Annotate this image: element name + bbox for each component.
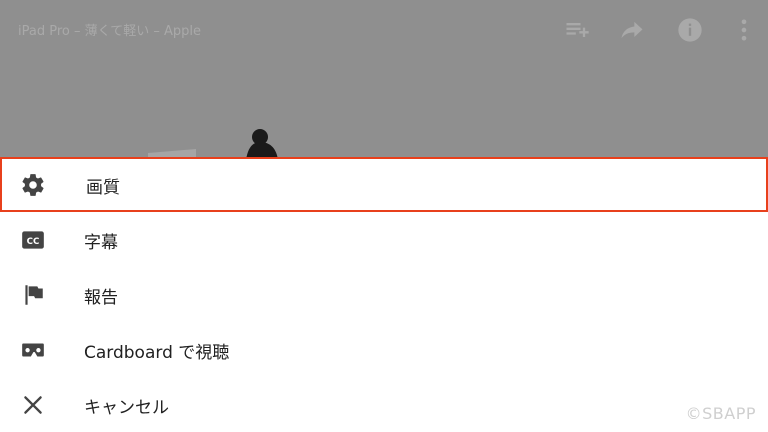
video-title: iPad Pro – 薄くて軽い – Apple [18,24,201,39]
gear-icon [20,172,46,198]
video-frame-object [148,146,196,157]
video-player-dimmed: iPad Pro – 薄くて軽い – Apple [0,0,768,157]
menu-item-label: 字幕 [84,233,118,253]
video-options-menu: 画質 CC 字幕 報告 Cardboard で視聴 キャンセル [0,157,768,431]
menu-item-label: 報告 [84,288,118,308]
info-icon[interactable] [676,16,704,44]
watermark: ©SBAPP [685,404,756,423]
menu-item-cancel[interactable]: キャンセル [0,377,768,432]
close-icon [20,392,46,418]
more-vert-icon[interactable] [730,16,758,44]
vr-cardboard-icon [20,337,46,363]
menu-item-report[interactable]: 報告 [0,267,768,322]
add-to-playlist-icon[interactable] [563,16,591,44]
menu-item-quality[interactable]: 画質 [0,157,768,212]
menu-item-label: Cardboard で視聴 [84,343,230,363]
menu-item-label: キャンセル [84,398,169,418]
video-frame-person-silhouette [244,128,280,157]
share-icon[interactable] [618,16,646,44]
flag-icon [20,282,46,308]
closed-caption-icon: CC [20,227,46,253]
menu-item-captions[interactable]: CC 字幕 [0,212,768,267]
menu-item-cardboard[interactable]: Cardboard で視聴 [0,322,768,377]
svg-text:CC: CC [27,237,40,247]
menu-item-label: 画質 [86,178,120,198]
